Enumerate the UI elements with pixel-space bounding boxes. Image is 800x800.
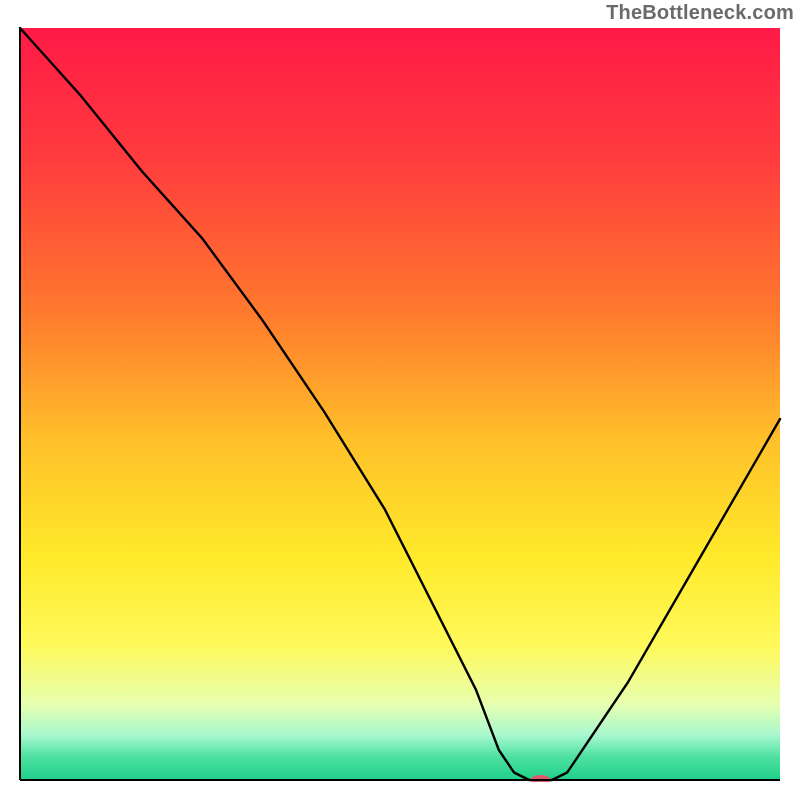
plot-area	[18, 26, 782, 782]
chart-svg	[18, 26, 782, 782]
gradient-background	[20, 28, 780, 780]
chart-container: TheBottleneck.com	[0, 0, 800, 800]
watermark-text: TheBottleneck.com	[606, 2, 794, 25]
